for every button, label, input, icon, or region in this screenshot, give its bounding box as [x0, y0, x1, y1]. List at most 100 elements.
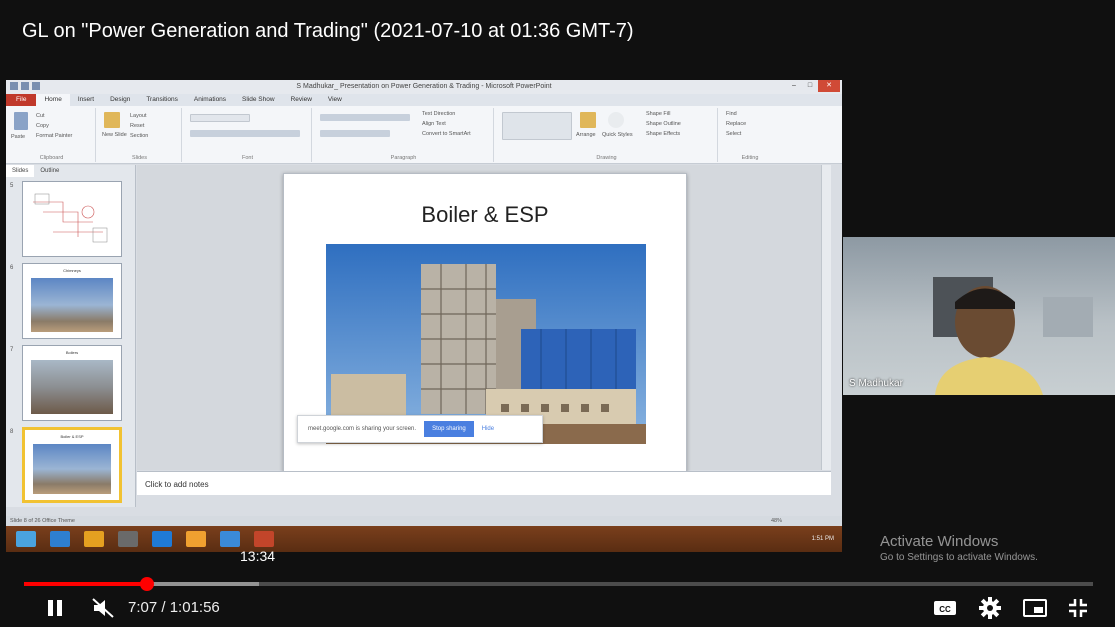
slide-thumbnail: Chimneys — [22, 263, 122, 339]
pause-button[interactable] — [40, 593, 70, 623]
status-slide-info: Slide 8 of 26 Office Theme — [10, 518, 75, 524]
thumbnail-image-boiler-esp — [33, 444, 111, 494]
ribbon-group-drawing: Arrange Quick Styles Shape Fill Shape Ou… — [496, 108, 718, 162]
find-button: Find — [726, 111, 737, 117]
ppt-titlebar: S Madhukar_ Presentation on Power Genera… — [6, 80, 842, 94]
activate-windows-watermark: Activate Windows Go to Settings to activ… — [880, 533, 1038, 563]
app-icon — [118, 531, 138, 547]
mute-button[interactable] — [88, 593, 118, 623]
select-button: Select — [726, 131, 742, 137]
slide-thumbnail — [22, 181, 122, 257]
explorer-icon — [84, 531, 104, 547]
captions-icon: CC — [934, 601, 956, 615]
svg-text:CC: CC — [939, 605, 951, 614]
ie-icon — [50, 531, 70, 547]
tab-file: File — [6, 94, 37, 106]
video-player[interactable]: GL on "Power Generation and Trading" (20… — [0, 0, 1115, 627]
group-label-font: Font — [241, 155, 253, 161]
ppt-ribbon-tabs: File Home Insert Design Transitions Anim… — [6, 94, 842, 106]
miniplayer-button[interactable] — [1020, 593, 1050, 623]
video-title: GL on "Power Generation and Trading" (20… — [22, 20, 634, 42]
thumbnail-title: Boiler & ESP — [60, 434, 84, 439]
participant-video-frame — [933, 277, 1093, 395]
notes-pane: Click to add notes — [137, 471, 831, 495]
activate-windows-line1: Activate Windows — [880, 533, 999, 550]
screen-share-banner: meet.google.com is sharing your screen. … — [297, 415, 543, 443]
ppt-window-title: S Madhukar_ Presentation on Power Genera… — [296, 83, 552, 90]
align-text-button: Align Text — [422, 121, 446, 127]
exit-fullscreen-button[interactable] — [1063, 593, 1093, 623]
undo-icon — [32, 82, 40, 90]
slide-thumbnail-row: 6 Chimneys — [8, 263, 132, 343]
convert-smartart-button: Convert to SmartArt — [422, 131, 471, 137]
text-direction-button: Text Direction — [422, 111, 456, 117]
ribbon-group-slides: New Slide Layout Reset Section Slides — [98, 108, 182, 162]
volume-muted-icon — [92, 598, 114, 618]
slide-number: 6 — [10, 265, 14, 271]
tab-transitions: Transitions — [146, 96, 178, 103]
thumbnail-title: Boilers — [65, 350, 79, 355]
share-banner-text: meet.google.com is sharing your screen. — [308, 426, 417, 432]
new-slide-button: New Slide — [102, 132, 127, 138]
slide-thumbnail-selected: Boiler & ESP — [22, 427, 122, 503]
minimize-icon: – — [792, 82, 796, 89]
slide-thumbnail-row: 7 Boilers — [8, 345, 132, 425]
windows-start-icon — [16, 531, 36, 547]
reset-button: Reset — [130, 123, 145, 129]
slide-number: 8 — [10, 429, 14, 435]
cut-button: Cut — [36, 113, 45, 119]
quick-access-toolbar — [10, 82, 40, 90]
progress-bar[interactable] — [24, 577, 1093, 591]
participant-video-tile: S Madhukar — [843, 237, 1115, 395]
ppt-ribbon: Paste Cut Copy Format Painter Clipboard … — [6, 106, 842, 164]
tab-review: Review — [290, 96, 312, 103]
layout-button: Layout — [130, 113, 147, 119]
copy-button: Copy — [36, 123, 49, 129]
shared-screen-powerpoint: S Madhukar_ Presentation on Power Genera… — [6, 80, 842, 526]
arrange-icon — [580, 112, 596, 128]
quick-styles-icon — [608, 112, 624, 128]
group-label-slides: Slides — [132, 155, 147, 161]
captions-button[interactable]: CC — [930, 593, 960, 623]
pause-icon — [48, 600, 62, 616]
panel-tab-slides: Slides — [6, 165, 35, 177]
chrome-icon — [186, 531, 206, 547]
settings-button[interactable] — [975, 593, 1005, 623]
group-label-editing: Editing — [741, 155, 759, 161]
thumbnail-title: Chimneys — [63, 268, 81, 273]
scrubber-handle[interactable] — [139, 577, 154, 591]
panel-tab-outline: Outline — [40, 168, 60, 174]
align-buttons — [320, 130, 390, 137]
participant-name: S Madhukar — [849, 378, 903, 389]
activate-windows-line2: Go to Settings to activate Windows. — [880, 552, 1038, 563]
tab-design: Design — [110, 96, 131, 103]
shapes-gallery — [502, 112, 572, 140]
miniplayer-icon — [1023, 599, 1047, 617]
tab-animations: Animations — [193, 96, 227, 103]
ppt-workspace: Slides Outline 5 6 Chimneys 7 Boilers 8 … — [6, 165, 842, 507]
save-icon — [21, 82, 29, 90]
maximize-icon: □ — [807, 82, 813, 89]
paste-icon — [14, 112, 28, 130]
shape-effects-button: Shape Effects — [646, 131, 681, 137]
slide-number: 7 — [10, 347, 14, 353]
status-zoom: 48% — [770, 518, 782, 524]
font-name-box — [190, 114, 250, 122]
slides-panel: Slides Outline 5 6 Chimneys 7 Boilers 8 … — [6, 165, 136, 507]
shape-fill-button: Shape Fill — [646, 111, 671, 117]
ribbon-group-paragraph: Text Direction Align Text Convert to Sma… — [314, 108, 494, 162]
slide-thumbnail-row: 8 Boiler & ESP — [8, 427, 132, 507]
exit-fullscreen-icon — [1069, 599, 1087, 617]
ppt-status-bar: Slide 8 of 26 Office Theme 48% — [6, 516, 842, 526]
group-label-paragraph: Paragraph — [390, 155, 417, 161]
ribbon-group-editing: Find Replace Select Editing — [720, 108, 780, 162]
stop-sharing-button: Stop sharing — [424, 421, 474, 437]
player-controls: 7:07 / 1:01:56 CC — [0, 593, 1115, 623]
ribbon-group-clipboard: Paste Cut Copy Format Painter Clipboard — [8, 108, 96, 162]
slide-thumbnail: Boilers — [22, 345, 122, 421]
quick-styles-button: Quick Styles — [602, 132, 633, 138]
folder-icon — [220, 531, 240, 547]
gear-icon — [979, 597, 1001, 619]
shape-outline-button: Shape Outline — [646, 121, 681, 127]
paste-button: Paste — [11, 134, 26, 140]
